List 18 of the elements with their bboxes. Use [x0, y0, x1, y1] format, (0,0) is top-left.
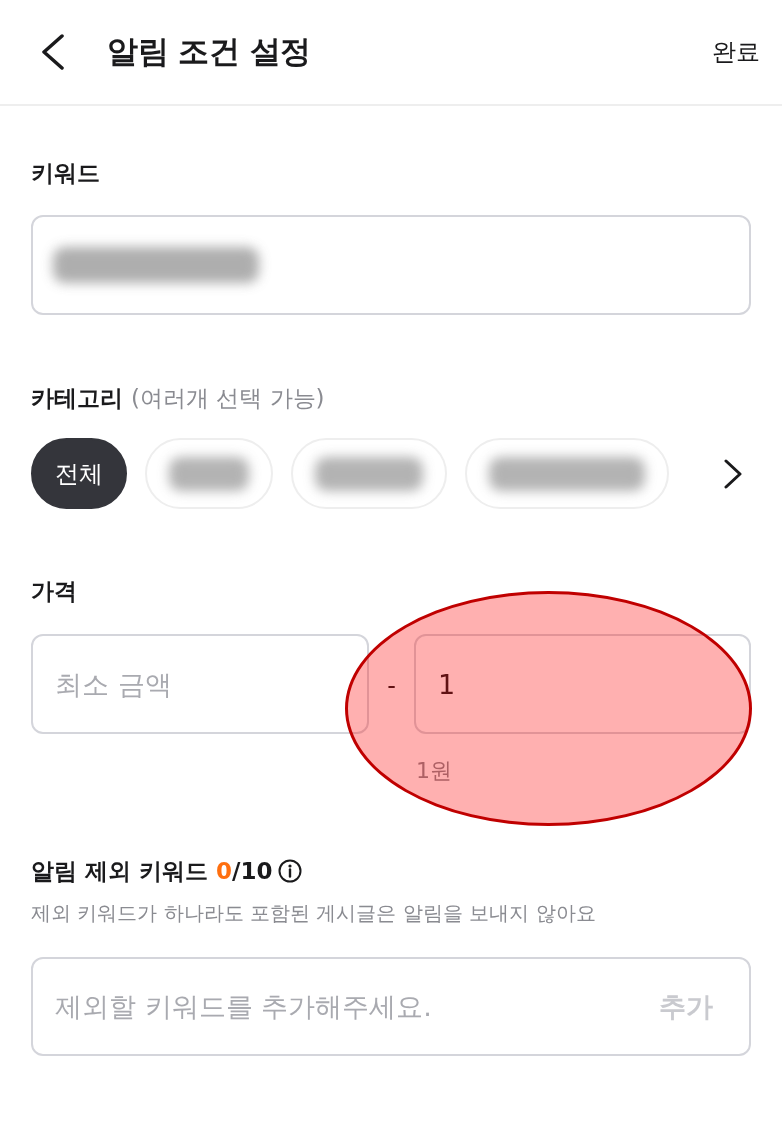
keyword-field[interactable]: [31, 215, 751, 315]
keyword-count: 0: [216, 857, 233, 886]
keyword-label: 키워드: [31, 159, 101, 188]
category-chip[interactable]: 전체: [31, 438, 127, 509]
done-button[interactable]: 완료: [712, 36, 760, 68]
price-label: 가격: [31, 577, 78, 606]
range-separator: -: [387, 672, 396, 700]
page-title: 알림 조건 설정: [107, 32, 312, 71]
keyword-limit: /10: [232, 857, 273, 886]
min-price-field[interactable]: 최소 금액: [31, 634, 369, 734]
price-hint: 1원: [415, 758, 453, 784]
exclude-keyword-title: 알림 제외 키워드: [31, 857, 208, 886]
info-icon[interactable]: [278, 859, 303, 883]
exclude-description: 제외 키워드가 하나라도 포함된 게시글은 알림을 보내지 않아요: [31, 900, 597, 926]
category-label: 카테고리: [31, 384, 123, 413]
max-price-field[interactable]: 1: [414, 634, 751, 734]
category-note: (여러개 선택 가능): [131, 384, 325, 413]
chevron-right-icon[interactable]: [723, 458, 743, 489]
